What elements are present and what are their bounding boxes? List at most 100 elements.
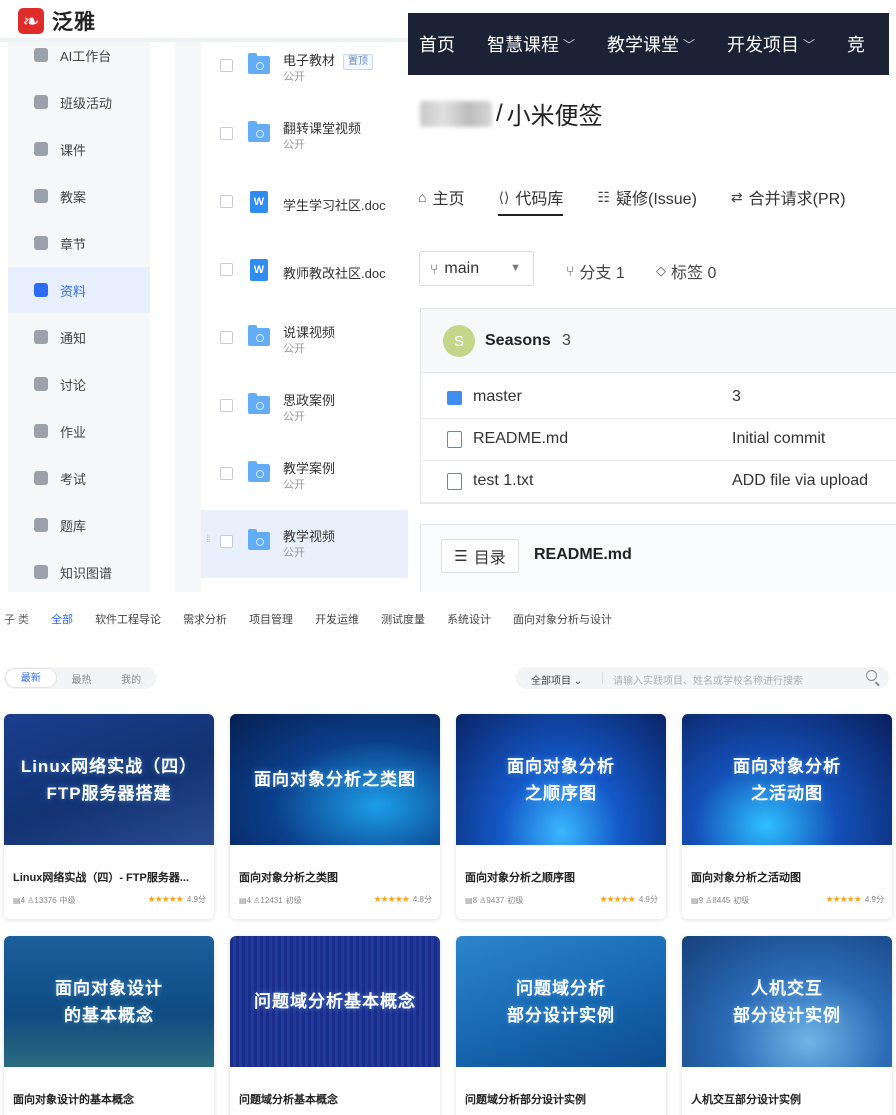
row-checkbox[interactable] (220, 331, 233, 344)
file-name[interactable]: 说课视频 (283, 322, 335, 341)
file-row[interactable]: 教学案例 公开 (201, 442, 408, 510)
sidebar-item-4[interactable]: 章节 (8, 220, 150, 266)
nav-item-1[interactable]: 智慧课程 ﹀ (487, 31, 575, 57)
course-title[interactable]: 面向对象分析之类图 (239, 869, 431, 885)
file-row[interactable]: ⁞⁞ 教学视频 公开 (201, 510, 408, 578)
avatar[interactable]: S (443, 325, 475, 357)
file-row[interactable]: 电子教材 置顶 公开 (201, 34, 408, 102)
tab-0[interactable]: ⌂ 主页 (418, 178, 464, 216)
course-cover[interactable]: 问题域分析基本概念 (230, 936, 440, 1067)
commit-count[interactable]: 3 (562, 332, 571, 350)
sidebar-item-10[interactable]: 题库 (8, 502, 150, 548)
tab-1[interactable]: ⟨⟩ 代码库 (498, 178, 563, 216)
nav-item-3[interactable]: 开发项目 ﹀ (727, 31, 815, 57)
course-cover[interactable]: 面向对象分析 之活动图 (682, 714, 892, 845)
category-tab[interactable]: 面向对象分析与设计 (513, 611, 612, 627)
row-checkbox[interactable] (220, 59, 233, 72)
branch-selector[interactable]: ⑂ main ▼ (419, 251, 534, 286)
file-name[interactable]: 电子教材 置顶 (283, 50, 374, 70)
tab-3[interactable]: ⇄ 合并请求(PR) (731, 178, 846, 216)
course-card[interactable]: 问题域分析 部分设计实例问题域分析部分设计实例 (456, 936, 666, 1115)
search-input[interactable]: 请输入实践项目、姓名或学校名称进行搜索 (613, 672, 803, 687)
course-title[interactable]: 问题域分析基本概念 (239, 1091, 431, 1107)
row-checkbox[interactable] (220, 535, 233, 548)
course-card[interactable]: 面向对象分析 之活动图 面向对象分析之活动图 ▤9 ♙8445 初级 ★★★★★ 4.9分 (682, 714, 892, 919)
nav-item-0[interactable]: 首页 (419, 31, 455, 57)
row-checkbox[interactable] (220, 399, 233, 412)
sidebar-item-3[interactable]: 教案 (8, 173, 150, 219)
category-tab[interactable]: 开发运维 (315, 611, 359, 627)
file-row[interactable]: 翻转课堂视频 公开 (201, 102, 408, 170)
course-title[interactable]: 面向对象分析之活动图 (691, 869, 883, 885)
commit-message[interactable]: ADD file via upload (732, 472, 868, 490)
category-tab[interactable]: 项目管理 (249, 611, 293, 627)
repo-file-name[interactable]: test 1.txt (473, 472, 533, 490)
sort-option[interactable]: 最热 (57, 671, 107, 686)
owner-name-blurred[interactable] (420, 100, 492, 127)
toc-button[interactable]: ☰ 目录 (441, 539, 519, 573)
file-name[interactable]: 思政案例 (283, 390, 335, 409)
course-title[interactable]: 面向对象设计的基本概念 (13, 1091, 205, 1107)
repo-file-row[interactable]: test 1.txt ADD file via upload (421, 461, 896, 503)
row-checkbox[interactable] (220, 127, 233, 140)
course-card[interactable]: 面向对象设计 的基本概念面向对象设计的基本概念 (4, 936, 214, 1115)
course-title[interactable]: 面向对象分析之顺序图 (465, 869, 657, 885)
row-checkbox[interactable] (220, 467, 233, 480)
course-cover[interactable]: 面向对象分析 之顺序图 (456, 714, 666, 845)
nav-item-2[interactable]: 教学课堂 ﹀ (607, 31, 695, 57)
repo-file-name[interactable]: master (473, 388, 522, 406)
category-tab[interactable]: 系统设计 (447, 611, 491, 627)
category-tab[interactable]: 需求分析 (183, 611, 227, 627)
repo-name[interactable]: 小米便签 (507, 96, 603, 131)
drag-handle-icon[interactable]: ⁞⁞ (206, 535, 210, 545)
course-card[interactable]: 面向对象分析之类图 面向对象分析之类图 ▤4 ♙12431 初级 ★★★★★ 4.8分 (230, 714, 440, 919)
commit-message[interactable]: 3 (732, 388, 741, 406)
course-card[interactable]: 面向对象分析 之顺序图 面向对象分析之顺序图 ▤8 ♙9437 初级 ★★★★★ 4.9分 (456, 714, 666, 919)
course-card[interactable]: 人机交互 部分设计实例人机交互部分设计实例 (682, 936, 892, 1115)
course-cover[interactable]: 人机交互 部分设计实例 (682, 936, 892, 1067)
sidebar-item-9[interactable]: 考试 (8, 455, 150, 501)
course-cover[interactable]: 问题域分析 部分设计实例 (456, 936, 666, 1067)
file-name[interactable]: 教学案例 (283, 458, 335, 477)
sidebar-item-6[interactable]: 通知 (8, 314, 150, 360)
file-name[interactable]: 学生学习社区.doc (283, 195, 386, 214)
sidebar-item-2[interactable]: 课件 (8, 126, 150, 172)
sidebar-item-7[interactable]: 讨论 (8, 361, 150, 407)
sidebar-item-0[interactable]: AI工作台 (8, 32, 150, 78)
file-row[interactable]: W 教师教改社区.doc (201, 238, 408, 306)
course-cover[interactable]: 面向对象设计 的基本概念 (4, 936, 214, 1067)
category-tab[interactable]: 测试度量 (381, 611, 425, 627)
row-checkbox[interactable] (220, 195, 233, 208)
file-name[interactable]: 教师教改社区.doc (283, 263, 386, 282)
course-card[interactable]: 问题域分析基本概念 问题域分析基本概念 (230, 936, 440, 1115)
file-name[interactable]: 翻转课堂视频 (283, 118, 361, 137)
course-title[interactable]: 问题域分析部分设计实例 (465, 1091, 657, 1107)
sidebar-item-11[interactable]: 知识图谱 (8, 549, 150, 592)
file-row[interactable]: 思政案例 公开 (201, 374, 408, 442)
commit-message[interactable]: Initial commit (732, 430, 825, 448)
repo-file-row[interactable]: README.md Initial commit (421, 419, 896, 461)
course-card[interactable]: Linux网络实战（四） FTP服务器搭建 Linux网络实战（四）- FTP服务… (4, 714, 214, 919)
sidebar-item-8[interactable]: 作业 (8, 408, 150, 454)
category-tab[interactable]: 全部 (51, 611, 73, 627)
commit-author[interactable]: Seasons (485, 332, 551, 350)
sort-option[interactable]: 最新 (5, 668, 57, 688)
sidebar-item-5[interactable]: 资料 (8, 267, 150, 313)
nav-item-4[interactable]: 竞 (847, 31, 865, 57)
branches-link[interactable]: ⑂ 分支 1 (566, 259, 625, 283)
project-filter[interactable]: 全部项目 ⌄ (531, 672, 582, 687)
sort-option[interactable]: 我的 (106, 671, 156, 686)
tab-2[interactable]: ☷ 疑修(Issue) (597, 178, 696, 216)
tags-link[interactable]: ◇ 标签 0 (656, 259, 716, 283)
file-row[interactable]: W 学生学习社区.doc (201, 170, 408, 238)
sidebar-item-1[interactable]: 班级活动 (8, 79, 150, 125)
row-checkbox[interactable] (220, 263, 233, 276)
search-icon[interactable] (866, 670, 877, 681)
repo-file-name[interactable]: README.md (473, 430, 568, 448)
course-cover[interactable]: Linux网络实战（四） FTP服务器搭建 (4, 714, 214, 845)
course-title[interactable]: 人机交互部分设计实例 (691, 1091, 883, 1107)
category-tab[interactable]: 软件工程导论 (95, 611, 161, 627)
file-name[interactable]: 教学视频 (283, 526, 335, 545)
file-row[interactable]: 说课视频 公开 (201, 306, 408, 374)
repo-file-row[interactable]: master 3 (421, 377, 896, 419)
